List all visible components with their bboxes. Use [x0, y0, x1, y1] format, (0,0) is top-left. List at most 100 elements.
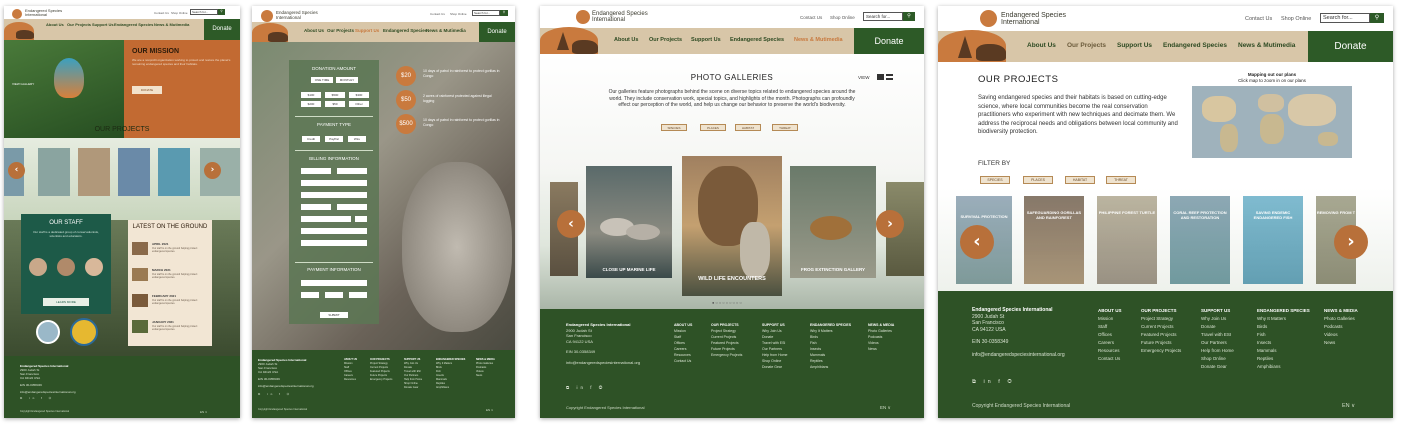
payment-type-option[interactable]: Credit: [302, 136, 320, 142]
donate-button[interactable]: Donate: [204, 19, 240, 40]
project-card[interactable]: PHILIPPINE FOREST TURTLE: [1097, 196, 1157, 284]
filter-places[interactable]: PLACES: [1023, 176, 1053, 184]
logo-icon[interactable]: [12, 9, 22, 19]
news-text[interactable]: Our staff is on the ground helping prote…: [152, 273, 208, 279]
nav-about[interactable]: About Us: [304, 28, 324, 33]
nav-species[interactable]: Endangered Species: [114, 22, 153, 27]
billing-field[interactable]: [301, 240, 367, 246]
search-icon[interactable]: ⚲: [218, 9, 225, 15]
nav-projects[interactable]: Our Projects: [327, 28, 354, 33]
amount-option[interactable]: Other: [349, 101, 369, 107]
shop-link[interactable]: Shop Online: [1281, 16, 1311, 22]
news-text[interactable]: Our staff is on the ground helping prote…: [152, 299, 208, 305]
next-arrow-icon[interactable]: ›: [204, 162, 221, 179]
prev-arrow-icon[interactable]: ‹: [960, 225, 994, 259]
next-arrow-icon[interactable]: ›: [1334, 225, 1368, 259]
payment-type-option[interactable]: PayPal: [325, 136, 343, 142]
project-card[interactable]: SAFEGUARDING GORILLAS AND RAINFOREST: [1024, 196, 1084, 284]
logo-text[interactable]: Endangered Species International: [592, 11, 648, 24]
amount-option[interactable]: $500: [325, 92, 345, 98]
shop-link[interactable]: Shop Online: [450, 12, 467, 16]
project-card[interactable]: CORAL REEF PROTECTION AND RESTORATION: [1170, 196, 1230, 284]
billing-field[interactable]: [301, 168, 331, 174]
nav-news[interactable]: News & Mutimedia: [1238, 42, 1295, 49]
filter-species[interactable]: SPECIES: [661, 124, 687, 131]
logo-icon[interactable]: [261, 10, 273, 22]
social-icons[interactable]: ⧉ in f ◎: [20, 396, 54, 400]
nav-about[interactable]: About Us: [1027, 42, 1056, 49]
learn-more-button[interactable]: LEARN MORE: [43, 298, 89, 306]
contact-link[interactable]: Contact Us: [154, 11, 169, 15]
search-input[interactable]: Search for...: [863, 12, 903, 21]
billing-field[interactable]: [301, 204, 331, 210]
mission-donate-button[interactable]: DONATE: [132, 86, 162, 94]
nav-news[interactable]: News & Mutimedia: [426, 28, 466, 33]
grid-view-icon[interactable]: [877, 74, 884, 80]
filter-threat[interactable]: THREAT: [1106, 176, 1136, 184]
social-icons[interactable]: ⧉ in f ◎: [258, 392, 292, 396]
language-selector[interactable]: EN ∨: [200, 410, 207, 414]
billing-field[interactable]: [337, 204, 367, 210]
billing-field[interactable]: [355, 216, 367, 222]
one-time-toggle[interactable]: ONE TIME: [311, 77, 333, 83]
contact-link[interactable]: Contact Us: [800, 15, 822, 20]
gallery-card[interactable]: CLOSE UP MARINE LIFE: [586, 166, 672, 278]
amount-option[interactable]: $100: [301, 92, 321, 98]
filter-habitat[interactable]: HABITAT: [735, 124, 761, 131]
filter-species[interactable]: SPECIES: [980, 176, 1010, 184]
nav-news[interactable]: News & Mutimedia: [794, 37, 843, 43]
search-input[interactable]: Search for...: [190, 9, 218, 15]
nav-about[interactable]: About Us: [614, 37, 638, 43]
shop-link[interactable]: Shop Online: [830, 15, 855, 20]
monthly-toggle[interactable]: MONTHLY: [336, 77, 358, 83]
social-icons[interactable]: ⧉ in f ◎: [566, 385, 605, 390]
billing-field[interactable]: [337, 168, 367, 174]
logo-text[interactable]: Endangered Species International: [1001, 12, 1066, 27]
nav-projects[interactable]: Our Projects: [649, 37, 682, 43]
search-input[interactable]: Search for...: [1320, 13, 1370, 23]
social-icons[interactable]: ⧉ in f ◎: [972, 379, 1015, 386]
nav-about[interactable]: About Us: [46, 22, 64, 27]
logo-text[interactable]: Endangered Species International: [25, 8, 62, 17]
shop-link[interactable]: Shop Online: [171, 11, 188, 15]
logo-text[interactable]: Endangered Species International: [276, 10, 318, 20]
nav-support[interactable]: Support Us: [92, 22, 114, 27]
billing-field[interactable]: [301, 228, 367, 234]
gallery-card[interactable]: FROG EXTINCTION GALLERY: [790, 166, 876, 278]
language-selector[interactable]: EN ∨: [486, 408, 493, 412]
billing-field[interactable]: [301, 216, 351, 222]
donate-button[interactable]: Donate: [479, 22, 515, 42]
next-arrow-icon[interactable]: ›: [876, 210, 904, 238]
card-field[interactable]: [301, 292, 319, 298]
payment-type-option[interactable]: Wire: [348, 136, 366, 142]
carousel-dots[interactable]: ●○○○○○○○○: [712, 300, 743, 305]
avatar[interactable]: [57, 258, 75, 276]
nav-support[interactable]: Support Us: [355, 28, 379, 33]
nav-species[interactable]: Endangered Species: [1163, 42, 1227, 49]
amount-option[interactable]: $300: [349, 92, 369, 98]
list-view-icon[interactable]: [886, 74, 893, 80]
search-input[interactable]: Search for...: [472, 10, 500, 16]
amount-option[interactable]: $50: [325, 101, 345, 107]
nav-projects[interactable]: Our Projects: [67, 22, 91, 27]
avatar[interactable]: [85, 258, 103, 276]
project-card[interactable]: SAVING ENDEMIC ENDANGERED FISH: [1243, 196, 1303, 284]
logo-icon[interactable]: [980, 10, 997, 27]
nav-support[interactable]: Support Us: [691, 37, 721, 43]
donate-button[interactable]: Donate: [854, 28, 924, 54]
billing-field[interactable]: [301, 192, 367, 198]
avatar[interactable]: [29, 258, 47, 276]
nav-support[interactable]: Support Us: [1117, 42, 1152, 49]
world-map[interactable]: [1192, 86, 1352, 158]
gallery-card-featured[interactable]: WILD LIFE ENCOUNTERS: [682, 156, 782, 296]
submit-button[interactable]: SUBMIT: [320, 312, 348, 318]
language-selector[interactable]: EN ∨: [880, 405, 891, 411]
news-text[interactable]: Our staff is on the ground helping prote…: [152, 325, 208, 331]
filter-places[interactable]: PLACES: [700, 124, 726, 131]
card-field[interactable]: [325, 292, 343, 298]
search-icon[interactable]: ⚲: [903, 12, 915, 21]
card-number-field[interactable]: [301, 280, 367, 286]
search-icon[interactable]: ⚲: [1370, 13, 1384, 23]
search-icon[interactable]: ⚲: [500, 10, 508, 16]
nav-species[interactable]: Endangered Species: [383, 28, 427, 33]
